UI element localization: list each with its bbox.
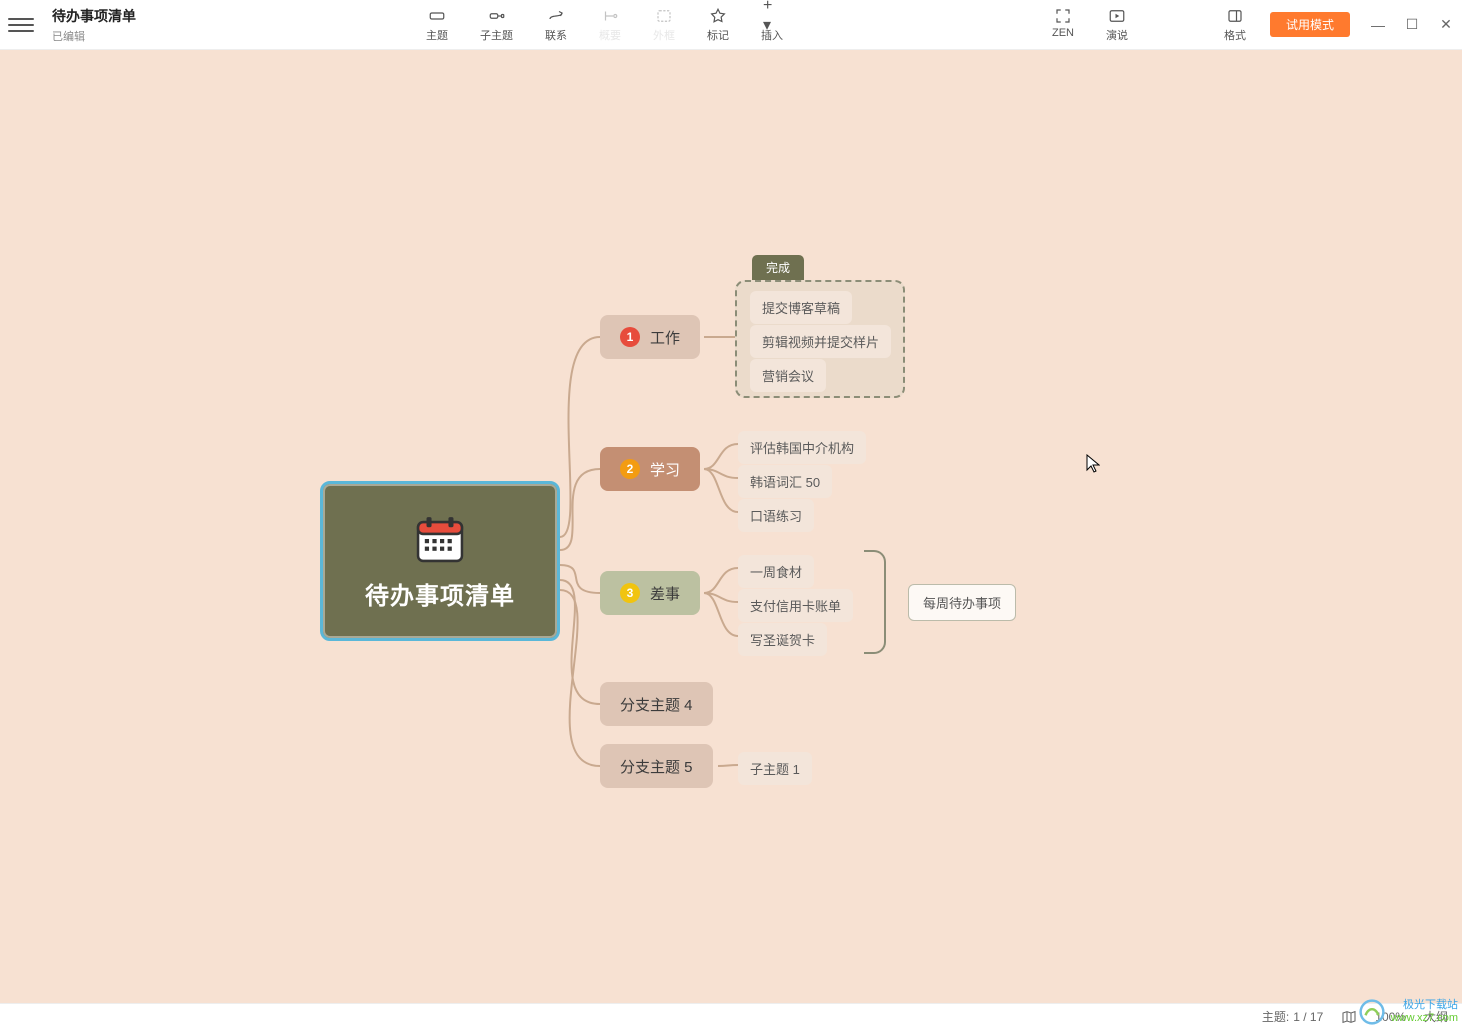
leaf-study-1[interactable]: 韩语词汇 50 bbox=[738, 465, 832, 498]
leaf-work-0[interactable]: 提交博客草稿 bbox=[750, 291, 852, 324]
status-outline[interactable]: 大纲 bbox=[1424, 1008, 1448, 1025]
leaf-study-2[interactable]: 口语练习 bbox=[738, 499, 814, 532]
branch-label: 学习 bbox=[650, 459, 680, 480]
tool-insert[interactable]: + ▾ 插入 bbox=[757, 5, 787, 45]
status-zoom[interactable]: 100% bbox=[1375, 1010, 1406, 1024]
priority-1-badge: 1 bbox=[620, 327, 640, 347]
tool-summary: 概要 bbox=[595, 5, 625, 45]
branch-label: 分支主题 5 bbox=[620, 756, 693, 777]
tool-label: 演说 bbox=[1106, 27, 1128, 43]
leaf-study-0[interactable]: 评估韩国中介机构 bbox=[738, 431, 866, 464]
toolbar: 待办事项清单 已编辑 主题 子主题 联系 概要 bbox=[0, 0, 1462, 50]
leaf-errands-1[interactable]: 支付信用卡账单 bbox=[738, 589, 853, 622]
branch-label: 工作 bbox=[650, 327, 680, 348]
tool-label: 联系 bbox=[545, 27, 567, 43]
zen-icon bbox=[1054, 7, 1072, 25]
branch-4[interactable]: 分支主题 4 bbox=[600, 682, 713, 726]
weekly-summary[interactable]: 每周待办事项 bbox=[908, 584, 1016, 621]
tool-present[interactable]: 演说 bbox=[1102, 5, 1132, 45]
relation-icon bbox=[547, 7, 565, 25]
marker-icon bbox=[709, 7, 727, 25]
status-value: 1 / 17 bbox=[1293, 1010, 1323, 1024]
document-status: 已编辑 bbox=[52, 28, 402, 44]
subtopic-icon bbox=[488, 7, 506, 25]
branch-5[interactable]: 分支主题 5 bbox=[600, 744, 713, 788]
mindmap-canvas[interactable]: 待办事项清单 完成 1 工作 提交博客草稿 剪辑视频并提交样片 营销会议 2 学… bbox=[0, 50, 1462, 1003]
window-maximize[interactable]: ☐ bbox=[1404, 17, 1420, 33]
tool-topic[interactable]: 主题 bbox=[422, 5, 452, 45]
tool-subtopic[interactable]: 子主题 bbox=[476, 5, 517, 45]
root-node[interactable]: 待办事项清单 bbox=[320, 481, 560, 641]
insert-icon: + ▾ bbox=[763, 7, 781, 25]
summary-icon bbox=[601, 7, 619, 25]
tool-marker[interactable]: 标记 bbox=[703, 5, 733, 45]
tool-zen[interactable]: ZEN bbox=[1048, 5, 1078, 41]
branch-study[interactable]: 2 学习 bbox=[600, 447, 700, 491]
leaf-errands-2[interactable]: 写圣诞贺卡 bbox=[738, 623, 827, 656]
topic-icon bbox=[428, 7, 446, 25]
leaf-work-1[interactable]: 剪辑视频并提交样片 bbox=[750, 325, 891, 358]
priority-2-badge: 2 bbox=[620, 459, 640, 479]
leaf-branch5-0[interactable]: 子主题 1 bbox=[738, 752, 812, 785]
status-topic-count: 主题: 1 / 17 bbox=[1262, 1008, 1323, 1025]
window-controls: — ☐ ✕ bbox=[1370, 17, 1454, 33]
mouse-cursor-icon bbox=[1086, 454, 1100, 474]
tool-relation[interactable]: 联系 bbox=[541, 5, 571, 45]
branch-label: 差事 bbox=[650, 583, 680, 604]
tool-label: 概要 bbox=[599, 27, 621, 43]
tool-boundary: 外框 bbox=[649, 5, 679, 45]
window-close[interactable]: ✕ bbox=[1438, 17, 1454, 33]
root-node-label: 待办事项清单 bbox=[365, 576, 515, 611]
done-tag[interactable]: 完成 bbox=[752, 255, 804, 280]
status-label: 主题: bbox=[1262, 1008, 1289, 1025]
branch-label: 分支主题 4 bbox=[620, 694, 693, 715]
tool-label: 标记 bbox=[707, 27, 729, 43]
toolbar-right: ZEN 演说 格式 bbox=[1048, 5, 1250, 45]
connectors-layer bbox=[0, 50, 1462, 1003]
leaf-work-2[interactable]: 营销会议 bbox=[750, 359, 826, 392]
tool-label: 子主题 bbox=[480, 27, 513, 43]
tool-label: 主题 bbox=[426, 27, 448, 43]
status-map-icon[interactable] bbox=[1341, 1009, 1357, 1025]
leaf-errands-0[interactable]: 一周食材 bbox=[738, 555, 814, 588]
trial-mode-button[interactable]: 试用模式 bbox=[1270, 12, 1350, 37]
format-icon bbox=[1226, 7, 1244, 25]
errands-bracket bbox=[864, 550, 886, 654]
present-icon bbox=[1108, 7, 1126, 25]
tool-label: 外框 bbox=[653, 27, 675, 43]
window-minimize[interactable]: — bbox=[1370, 17, 1386, 33]
statusbar: 主题: 1 / 17 100% 大纲 bbox=[0, 1003, 1462, 1029]
toolbar-center: 主题 子主题 联系 概要 外框 bbox=[422, 5, 787, 45]
tool-label: 插入 bbox=[761, 27, 783, 43]
menu-icon[interactable] bbox=[8, 18, 34, 32]
document-title-block: 待办事项清单 已编辑 bbox=[52, 6, 402, 44]
branch-work[interactable]: 1 工作 bbox=[600, 315, 700, 359]
branch-errands[interactable]: 3 差事 bbox=[600, 571, 700, 615]
tool-label: ZEN bbox=[1052, 27, 1074, 39]
calendar-icon bbox=[413, 512, 467, 566]
priority-3-badge: 3 bbox=[620, 583, 640, 603]
zoom-value: 100% bbox=[1375, 1010, 1406, 1024]
tool-format[interactable]: 格式 bbox=[1220, 5, 1250, 45]
tool-label: 格式 bbox=[1224, 27, 1246, 43]
boundary-icon bbox=[655, 7, 673, 25]
document-title: 待办事项清单 bbox=[52, 6, 402, 26]
